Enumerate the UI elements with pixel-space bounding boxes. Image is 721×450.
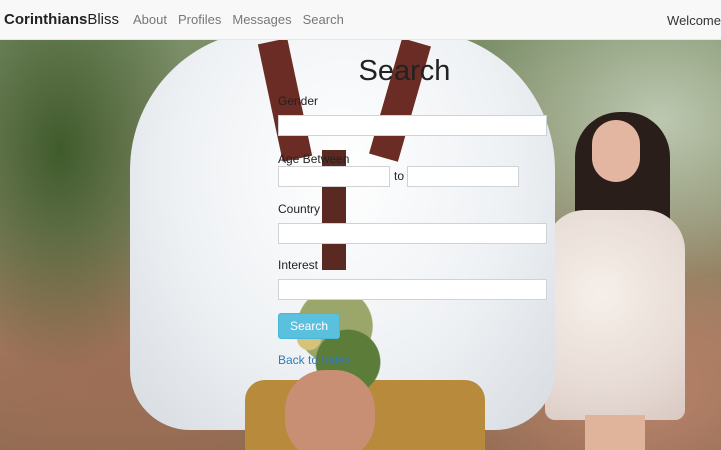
brand-logo[interactable]: CorinthiansBliss (4, 11, 119, 28)
brand-light: Bliss (87, 11, 120, 28)
country-label: Country (278, 202, 321, 216)
woman-dress (545, 210, 685, 420)
welcome-text: Welcome (667, 13, 721, 28)
nav-profiles[interactable]: Profiles (178, 12, 221, 27)
search-button[interactable]: Search (278, 313, 340, 339)
back-to-index-link[interactable]: Back to Index (278, 353, 351, 367)
navbar: CorinthiansBliss About Profiles Messages… (0, 0, 721, 40)
woman-face (592, 120, 640, 182)
background-photo (0, 40, 721, 450)
woman-legs (585, 415, 645, 450)
age-from-input[interactable] (278, 166, 390, 187)
age-to-label: to (394, 169, 405, 183)
gender-label: Gender (278, 94, 319, 108)
country-input[interactable] (278, 223, 547, 244)
interest-label: Interest (278, 258, 319, 272)
man-hands (285, 370, 375, 450)
interest-input[interactable] (278, 279, 547, 300)
nav-messages[interactable]: Messages (232, 12, 291, 27)
page-title: Search (358, 55, 451, 87)
nav-search[interactable]: Search (303, 12, 344, 27)
age-to-input[interactable] (407, 166, 519, 187)
nav-about[interactable]: About (133, 12, 167, 27)
gender-input[interactable] (278, 115, 547, 136)
age-between-label: Age Between (278, 152, 350, 166)
brand-bold: Corinthians (4, 11, 88, 28)
nav-links: About Profiles Messages Search (133, 12, 355, 27)
